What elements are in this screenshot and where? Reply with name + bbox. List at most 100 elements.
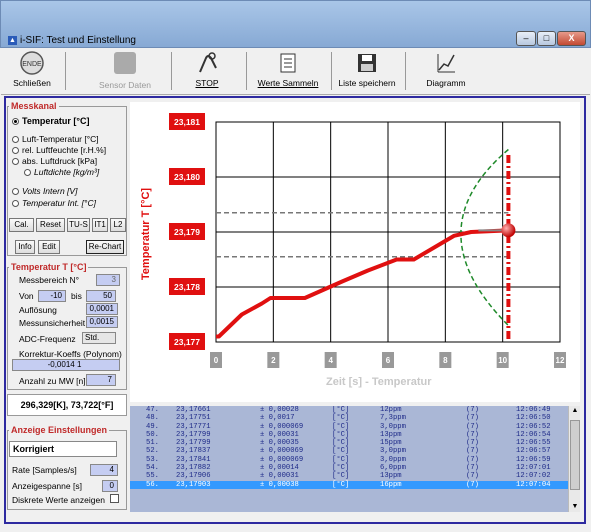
temperature-chart: 23,177 23,178 23,179 23,180 23,181 0 2 4 6 8 10 12: [169, 113, 566, 368]
measurement-table[interactable]: 47. 23,17661 ± 0,00028 [°C] 12ppm (7) 12:06:49…: [130, 406, 568, 512]
koeffs-field[interactable]: -0,0014 1: [12, 359, 120, 371]
save-list-button[interactable]: Liste speichern: [335, 50, 399, 92]
messunsicherheit-field[interactable]: 0,0015: [86, 316, 118, 328]
collect-icon: [275, 50, 301, 76]
table-cell: 23,17906: [176, 472, 211, 481]
cal-button[interactable]: Cal.: [9, 218, 34, 232]
edit-button[interactable]: Edit: [38, 240, 60, 254]
table-cell: 12ppm: [380, 406, 402, 414]
messunsicherheit-label: Messunsicherheit: [19, 318, 86, 328]
kelvin-fahrenheit-readout: 296,329[K], 73,722[°F]: [7, 394, 127, 416]
x-tick-label: 12: [556, 356, 565, 365]
table-cell: (7): [466, 455, 479, 464]
radio-label: rel. Luftfeuchte [r.H.%]: [22, 145, 107, 155]
table-cell: 53.: [146, 455, 159, 464]
table-row[interactable]: 51. 23,17799 ± 0,00035 [°C] 15ppm (7) 12:06:55: [130, 439, 568, 447]
minimize-button[interactable]: –: [516, 31, 536, 46]
table-cell: ± 0,000069: [260, 455, 304, 464]
table-cell: 55.: [146, 472, 159, 481]
rate-field[interactable]: 4: [90, 464, 118, 476]
diagram-button[interactable]: Diagramm: [419, 50, 473, 92]
toolbar: ENDE Schließen Sensor Daten STOP Werte S…: [1, 48, 590, 95]
toolbar-separator: [331, 52, 332, 90]
table-row[interactable]: 47. 23,17661 ± 0,00028 [°C] 12ppm (7) 12:06:49: [130, 406, 568, 414]
maximize-button[interactable]: □: [537, 31, 556, 46]
scroll-thumb[interactable]: [570, 420, 580, 490]
radio-volts-intern[interactable]: Volts Intern [V]: [12, 186, 77, 196]
table-cell: (7): [466, 406, 479, 414]
table-cell: 23,17771: [176, 422, 211, 431]
save-list-label: Liste speichern: [338, 78, 396, 88]
radio-luftdruck[interactable]: abs. Luftdruck [kPa]: [12, 156, 97, 166]
x-tick-label: 6: [386, 356, 391, 365]
table-cell: 23,17903: [176, 480, 211, 489]
x-tick-label: 0: [214, 356, 219, 365]
sensor-data-button[interactable]: Sensor Daten: [95, 50, 155, 92]
temperature-panel-title: Temperatur T [°C]: [9, 262, 89, 272]
radio-temperatur[interactable]: Temperatur [°C]: [12, 116, 89, 126]
table-cell: 23,17882: [176, 464, 211, 473]
table-row[interactable]: 50. 23,17799 ± 0,00031 [°C] 13ppm (7) 12:06:54: [130, 431, 568, 439]
reset-button[interactable]: Reset: [36, 218, 65, 232]
radio-luftdichte[interactable]: Luftdichte [kg/m³]: [24, 167, 99, 177]
collect-values-button[interactable]: Werte Sammeln: [253, 50, 323, 92]
y-tick-label: 23,180: [174, 172, 200, 182]
radio-label: Luft-Temperatur [°C]: [22, 134, 99, 144]
tu-s-button[interactable]: TU-S: [67, 218, 90, 232]
rate-label: Rate [Samples/s]: [12, 465, 77, 475]
table-cell: (7): [466, 480, 479, 489]
table-cell: ± 0,00014: [260, 464, 299, 473]
info-button[interactable]: Info: [15, 240, 35, 254]
messbereich-field[interactable]: 3: [96, 274, 120, 286]
display-settings-title: Anzeige Einstellungen: [9, 425, 110, 435]
table-row[interactable]: 56. 23,17903 ± 0,00038 [°C] 16ppm (7) 12:07:04: [130, 480, 568, 489]
stop-label: STOP: [195, 78, 219, 88]
toolbar-separator: [246, 52, 247, 90]
scroll-down-icon[interactable]: ▼: [570, 502, 580, 512]
table-row[interactable]: 52. 23,17837 ± 0,000069 [°C] 3,0ppm (7) 12:06:…: [130, 447, 568, 455]
table-row[interactable]: 54. 23,17882 ± 0,00014 [°C] 6,0ppm (7) 12:07:0…: [130, 464, 568, 472]
window-title: i-SIF: Test und Einstellung: [20, 35, 136, 46]
table-cell: (7): [466, 472, 479, 481]
radio-luftfeuchte[interactable]: rel. Luftfeuchte [r.H.%]: [12, 145, 106, 155]
x-tick-label: 10: [498, 356, 507, 365]
y-axis-title-wrap: Temperatur T [°C]: [134, 158, 162, 318]
span-field[interactable]: 0: [102, 480, 118, 492]
l2-button[interactable]: L2: [110, 218, 126, 232]
table-cell: 3,0ppm: [380, 455, 406, 464]
close-window-button[interactable]: X: [557, 31, 586, 46]
close-app-button[interactable]: ENDE Schließen: [7, 50, 57, 92]
anzahl-field[interactable]: 7: [86, 374, 116, 386]
radio-luft-temperatur[interactable]: Luft-Temperatur [°C]: [12, 134, 99, 144]
table-cell: 23,17751: [176, 414, 211, 423]
radio-temperatur-int[interactable]: Temperatur Int. [°C]: [12, 198, 96, 208]
it1-button[interactable]: IT1: [92, 218, 108, 232]
table-cell: [°C]: [332, 480, 350, 489]
rechart-button[interactable]: Re-Chart: [86, 240, 124, 254]
toolbar-separator: [171, 52, 172, 90]
scroll-up-icon[interactable]: ▲: [570, 406, 580, 416]
table-cell: 48.: [146, 414, 159, 423]
table-cell: 13ppm: [380, 472, 402, 481]
adc-frequenz-select[interactable]: Std.: [82, 332, 116, 344]
table-cell: [°C]: [332, 414, 350, 423]
table-cell: (7): [466, 447, 479, 456]
table-cell: 16ppm: [380, 480, 402, 489]
von-field[interactable]: -10: [38, 290, 66, 302]
discrete-values-checkbox[interactable]: [110, 494, 119, 503]
table-row[interactable]: 55. 23,17906 ± 0,00031 [°C] 13ppm (7) 12:07:02: [130, 472, 568, 480]
aufloesung-field[interactable]: 0,0001: [86, 303, 118, 315]
von-label: Von: [19, 291, 34, 301]
table-scrollbar[interactable]: ▲ ▼: [568, 406, 580, 512]
table-row[interactable]: 48. 23,17751 ± 0,0017 [°C] 7,3ppm (7) 12:06:50: [130, 414, 568, 422]
radio-label: Temperatur Int. [°C]: [22, 198, 96, 208]
bis-field[interactable]: 50: [86, 290, 116, 302]
table-cell: ± 0,000069: [260, 447, 304, 456]
stop-button[interactable]: STOP: [185, 50, 229, 92]
table-row[interactable]: 49. 23,17771 ± 0,000069 [°C] 3,0ppm (7) 12:06:…: [130, 423, 568, 431]
table-cell: ± 0,0017: [260, 414, 295, 423]
table-row[interactable]: 53. 23,17841 ± 0,000069 [°C] 3,0ppm (7) 12:06:…: [130, 456, 568, 464]
display-mode-select[interactable]: Korrigiert: [9, 441, 117, 457]
table-cell: 49.: [146, 422, 159, 431]
table-cell: 12:06:52: [516, 422, 551, 431]
